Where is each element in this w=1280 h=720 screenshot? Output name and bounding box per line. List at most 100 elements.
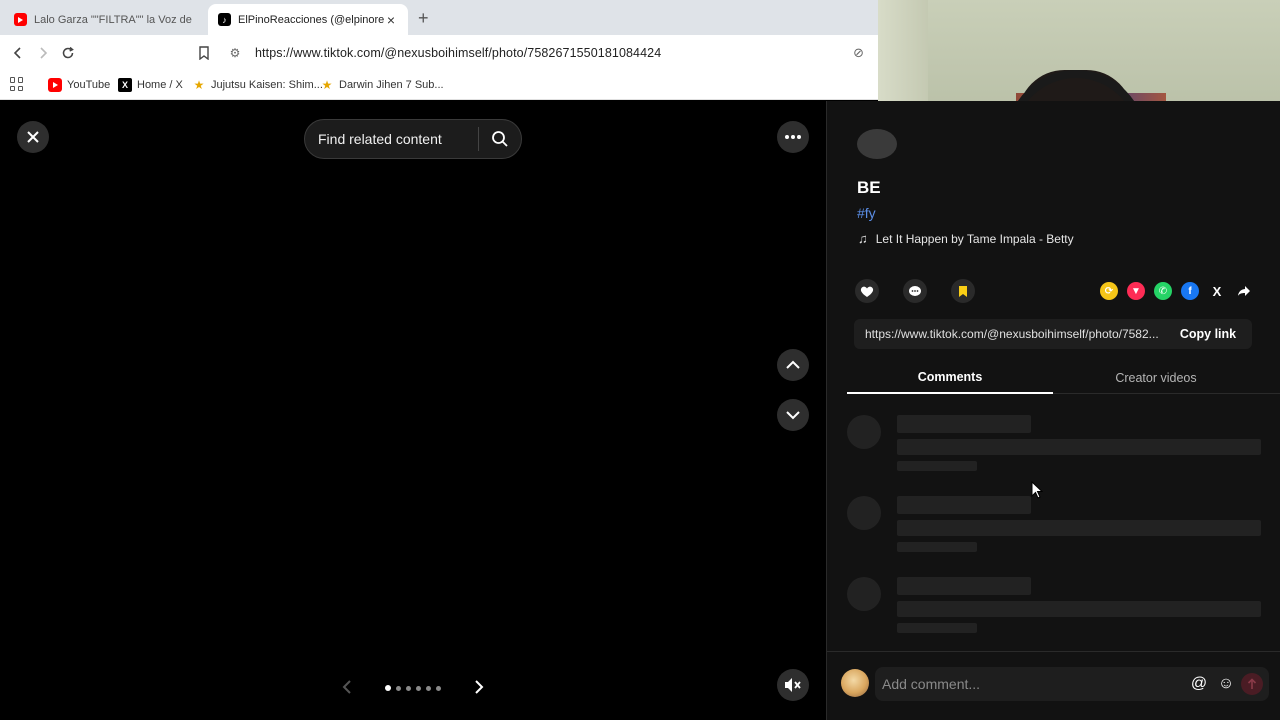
user-avatar	[841, 669, 869, 697]
like-button[interactable]	[855, 279, 879, 303]
music-note-icon: ♫	[858, 231, 868, 246]
site-settings-icon[interactable]: ⚙	[222, 46, 248, 60]
forward-icon[interactable]	[33, 43, 53, 63]
more-icon	[785, 135, 801, 139]
tab-title: ElPinoReacciones (@elpinoreacc	[238, 13, 384, 26]
youtube-icon	[48, 78, 62, 92]
tab-creator-videos[interactable]: Creator videos	[1053, 361, 1259, 394]
carousel-dot[interactable]	[436, 685, 441, 691]
chevron-up-icon	[786, 360, 800, 369]
tiktok-icon: ♪	[218, 13, 231, 26]
skeleton-line	[897, 496, 1031, 514]
close-icon	[27, 131, 39, 143]
url-field[interactable]: ⚙ https://www.tiktok.com/@nexusboihimsel…	[222, 40, 872, 66]
repost-icon[interactable]: ⟳	[1100, 282, 1118, 300]
carousel-dot[interactable]	[396, 685, 401, 691]
chevron-left-icon	[342, 680, 351, 694]
chevron-right-icon	[475, 680, 484, 694]
hashtag-link[interactable]: #fy	[857, 205, 876, 221]
skeleton-avatar	[847, 577, 881, 611]
media-viewer: Find related content	[0, 101, 826, 720]
browser-tabstrip: Lalo Garza ""FILTRA"" la Voz de Morc ♪ E…	[0, 0, 878, 35]
skeleton-line	[897, 461, 977, 471]
comment-skeleton	[827, 415, 1280, 485]
bookmark-x[interactable]: X Home / X	[118, 76, 183, 94]
bookmark-label: Darwin Jihen 7 Sub...	[339, 79, 444, 91]
close-viewer-button[interactable]	[17, 121, 49, 153]
browser-tab-tiktok[interactable]: ♪ ElPinoReacciones (@elpinoreacc ×	[208, 4, 408, 35]
skeleton-line	[897, 577, 1031, 595]
avatar[interactable]	[857, 129, 897, 159]
skeleton-line	[897, 439, 1261, 455]
search-label: Find related content	[318, 131, 442, 147]
comment-button[interactable]	[903, 279, 927, 303]
comment-skeleton	[827, 496, 1280, 566]
bookmark-label: Home / X	[137, 79, 183, 91]
heart-icon	[860, 286, 874, 297]
comment-skeleton	[827, 577, 1280, 647]
carousel-dot[interactable]	[385, 685, 391, 691]
share-link-url[interactable]: https://www.tiktok.com/@nexusboihimself/…	[854, 327, 1164, 341]
mouse-cursor-icon	[1031, 481, 1043, 499]
carousel-dot[interactable]	[416, 685, 421, 691]
mention-icon[interactable]: @	[1187, 672, 1211, 696]
music-title: Let It Happen by Tame Impala - Betty	[875, 231, 1074, 246]
muted-speaker-icon	[785, 678, 801, 692]
send-icon[interactable]: ▼	[1127, 282, 1145, 300]
find-related-search[interactable]: Find related content	[304, 119, 522, 159]
action-row: ⟳ ▼ ✆ f X	[855, 279, 1255, 303]
bookmark-youtube[interactable]: YouTube	[48, 76, 110, 94]
comment-input[interactable]: Add comment... @ ☺	[875, 667, 1269, 701]
new-tab-button[interactable]: +	[418, 8, 429, 29]
bookmark-icon	[959, 285, 967, 297]
skeleton-line	[897, 623, 977, 633]
whatsapp-icon[interactable]: ✆	[1154, 282, 1172, 300]
back-icon[interactable]	[8, 43, 28, 63]
skeleton-line	[897, 520, 1261, 536]
mute-button[interactable]	[777, 669, 809, 701]
no-extension-icon[interactable]: ⊘	[853, 45, 864, 61]
bookmark-jujutsu[interactable]: ★ Jujutsu Kaisen: Shim...	[192, 76, 323, 94]
url-text: https://www.tiktok.com/@nexusboihimself/…	[255, 46, 662, 60]
facebook-icon[interactable]: f	[1181, 282, 1199, 300]
address-bar: ⚙ https://www.tiktok.com/@nexusboihimsel…	[0, 35, 878, 70]
bookmark-page-icon[interactable]	[194, 43, 214, 63]
tab-title: Lalo Garza ""FILTRA"" la Voz de Morc	[34, 13, 194, 26]
previous-post-button[interactable]	[777, 349, 809, 381]
search-icon[interactable]	[479, 130, 521, 148]
next-photo-button[interactable]	[469, 677, 489, 697]
star-icon: ★	[321, 78, 333, 92]
previous-photo-button[interactable]	[337, 677, 357, 697]
carousel-dot[interactable]	[406, 685, 411, 691]
favorite-button[interactable]	[951, 279, 975, 303]
share-link-box: https://www.tiktok.com/@nexusboihimself/…	[854, 319, 1252, 349]
x-icon: X	[118, 78, 132, 92]
share-arrow-icon[interactable]	[1235, 282, 1253, 300]
emoji-icon[interactable]: ☺	[1214, 672, 1238, 696]
carousel-dots	[385, 685, 441, 691]
more-options-button[interactable]	[777, 121, 809, 153]
reload-icon[interactable]	[58, 43, 78, 63]
send-comment-button[interactable]	[1241, 673, 1263, 695]
panel-tabs: Comments Creator videos	[847, 361, 1280, 394]
star-icon: ★	[193, 78, 205, 92]
copy-link-button[interactable]: Copy link	[1164, 327, 1252, 341]
next-post-button[interactable]	[777, 399, 809, 431]
browser-tab-youtube[interactable]: Lalo Garza ""FILTRA"" la Voz de Morc	[4, 4, 204, 35]
bookmark-darwin[interactable]: ★ Darwin Jihen 7 Sub...	[320, 76, 444, 94]
x-icon[interactable]: X	[1208, 282, 1226, 300]
skeleton-avatar	[847, 415, 881, 449]
arrow-up-icon	[1247, 678, 1257, 689]
comment-placeholder: Add comment...	[882, 676, 981, 692]
bookmark-label: YouTube	[67, 79, 111, 91]
skeleton-line	[897, 542, 977, 552]
music-link[interactable]: ♫ Let It Happen by Tame Impala - Betty	[858, 231, 1074, 246]
apps-grid-icon[interactable]	[10, 77, 24, 91]
carousel-dot[interactable]	[426, 685, 431, 691]
tab-comments[interactable]: Comments	[847, 361, 1053, 394]
post-title: BE	[857, 178, 881, 197]
youtube-icon	[14, 13, 27, 26]
close-tab-icon[interactable]: ×	[384, 12, 398, 28]
bookmarks-bar: YouTube X Home / X ★ Jujutsu Kaisen: Shi…	[0, 70, 878, 100]
skeleton-line	[897, 415, 1031, 433]
